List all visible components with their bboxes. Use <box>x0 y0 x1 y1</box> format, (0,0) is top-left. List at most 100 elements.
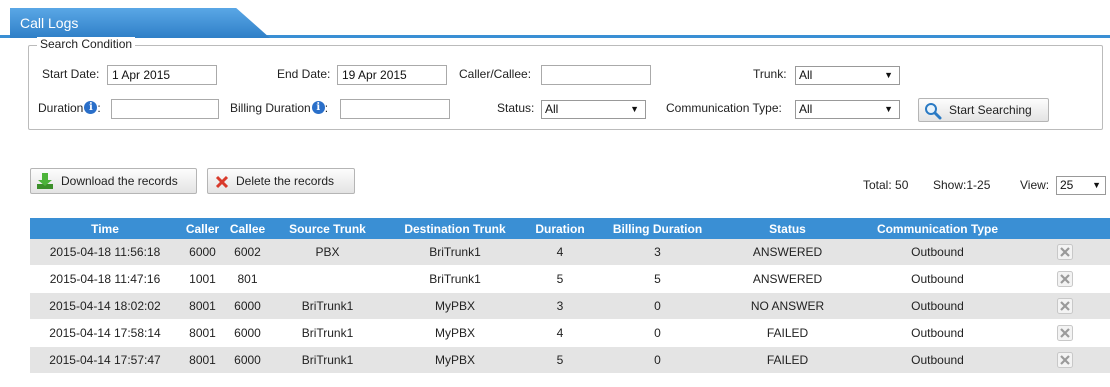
start-date-input[interactable]: 1 Apr 2015 <box>107 65 217 85</box>
search-condition-legend: Search Condition <box>37 37 136 51</box>
end-date-label: End Date: <box>277 67 331 81</box>
cell-destination-trunk: MyPBX <box>385 292 525 320</box>
start-date-label: Start Date: <box>42 67 100 81</box>
cell-destination-trunk: MyPBX <box>385 319 525 347</box>
download-records-label: Download the records <box>61 174 178 188</box>
table-header-row: Time Caller Callee Source Trunk Destinat… <box>30 218 1110 239</box>
cell-destination-trunk: BriTrunk1 <box>385 265 525 293</box>
cell-communication-type: Outbound <box>855 265 1020 293</box>
dropdown-arrow-icon: ▼ <box>1092 180 1101 190</box>
column-header-caller[interactable]: Caller <box>180 218 225 239</box>
cell-destination-trunk: BriTrunk1 <box>385 239 525 266</box>
billing-duration-input[interactable] <box>340 99 450 119</box>
view-select[interactable]: 25 ▼ <box>1056 176 1106 195</box>
dropdown-arrow-icon: ▼ <box>884 70 893 80</box>
caller-callee-label: Caller/Callee: <box>459 67 532 81</box>
delete-row-icon[interactable] <box>1057 244 1073 260</box>
delete-row-icon[interactable] <box>1057 298 1073 314</box>
trunk-select[interactable]: All ▼ <box>795 66 900 85</box>
cell-time: 2015-04-18 11:56:18 <box>30 239 180 266</box>
column-header-billing-duration[interactable]: Billing Duration <box>595 218 720 239</box>
trunk-label: Trunk: <box>753 67 787 81</box>
total-count: Total: 50 <box>863 178 909 192</box>
start-searching-button[interactable]: Start Searching <box>918 98 1049 122</box>
delete-row-icon[interactable] <box>1057 352 1073 368</box>
start-searching-label: Start Searching <box>949 103 1032 117</box>
column-header-source-trunk[interactable]: Source Trunk <box>270 218 385 239</box>
delete-row-icon[interactable] <box>1057 325 1073 341</box>
cell-billing-duration: 0 <box>595 292 720 320</box>
cell-source-trunk: BriTrunk1 <box>270 292 385 320</box>
cell-duration: 5 <box>525 265 595 293</box>
view-select-value: 25 <box>1060 178 1074 192</box>
cell-source-trunk: BriTrunk1 <box>270 346 385 374</box>
table-row: 2015-04-14 17:58:14 8001 6000 BriTrunk1 … <box>30 319 1110 347</box>
search-icon <box>925 103 942 120</box>
cell-communication-type: Outbound <box>855 292 1020 320</box>
column-header-duration[interactable]: Duration <box>525 218 595 239</box>
cell-time: 2015-04-14 18:02:02 <box>30 292 180 320</box>
delete-row-icon[interactable] <box>1057 271 1073 287</box>
cell-communication-type: Outbound <box>855 346 1020 374</box>
delete-records-button[interactable]: Delete the records <box>207 168 355 194</box>
caller-callee-input[interactable] <box>541 65 651 85</box>
duration-label: Duration i: <box>38 101 101 115</box>
column-header-status[interactable]: Status <box>720 218 855 239</box>
dropdown-arrow-icon: ▼ <box>884 104 893 114</box>
status-select-value: All <box>545 102 559 116</box>
cell-status: NO ANSWER <box>720 292 855 320</box>
cell-caller: 8001 <box>180 346 225 374</box>
dropdown-arrow-icon: ▼ <box>630 104 639 114</box>
cell-callee: 6000 <box>225 319 270 347</box>
cell-billing-duration: 3 <box>595 239 720 266</box>
column-header-time[interactable]: Time <box>30 218 180 239</box>
duration-label-text: Duration <box>38 101 84 115</box>
cell-duration: 3 <box>525 292 595 320</box>
billing-duration-label-text: Billing Duration <box>230 101 311 115</box>
cell-caller: 1001 <box>180 265 225 293</box>
cell-communication-type: Outbound <box>855 319 1020 347</box>
cell-status: FAILED <box>720 319 855 347</box>
column-header-communication-type[interactable]: Communication Type <box>855 218 1020 239</box>
table-row: 2015-04-18 11:47:16 1001 801 BriTrunk1 5… <box>30 265 1110 293</box>
cell-status: ANSWERED <box>720 239 855 266</box>
table-row: 2015-04-14 18:02:02 8001 6000 BriTrunk1 … <box>30 292 1110 320</box>
download-records-button[interactable]: Download the records <box>30 168 197 194</box>
column-header-actions <box>1020 218 1110 239</box>
cell-duration: 4 <box>525 319 595 347</box>
download-icon <box>37 173 53 189</box>
cell-destination-trunk: MyPBX <box>385 346 525 374</box>
tab-call-logs[interactable]: Call Logs <box>10 8 270 38</box>
cell-actions <box>1020 346 1110 374</box>
cell-actions <box>1020 265 1110 293</box>
cell-time: 2015-04-14 17:57:47 <box>30 346 180 374</box>
cell-billing-duration: 0 <box>595 319 720 347</box>
table-row: 2015-04-18 11:56:18 6000 6002 PBX BriTru… <box>30 239 1110 266</box>
comm-type-select[interactable]: All ▼ <box>795 100 900 119</box>
end-date-input[interactable]: 19 Apr 2015 <box>337 65 447 85</box>
cell-communication-type: Outbound <box>855 239 1020 266</box>
cell-caller: 8001 <box>180 292 225 320</box>
cell-callee: 801 <box>225 265 270 293</box>
delete-icon <box>215 175 229 189</box>
table-row: 2015-04-14 17:57:47 8001 6000 BriTrunk1 … <box>30 346 1110 374</box>
info-icon[interactable]: i <box>311 101 325 114</box>
cell-status: ANSWERED <box>720 265 855 293</box>
column-header-callee[interactable]: Callee <box>225 218 270 239</box>
cell-source-trunk: PBX <box>270 239 385 266</box>
cell-duration: 4 <box>525 239 595 266</box>
comm-type-select-value: All <box>799 102 813 116</box>
cell-source-trunk <box>270 265 385 293</box>
cell-actions <box>1020 292 1110 320</box>
cell-caller: 8001 <box>180 319 225 347</box>
cell-callee: 6000 <box>225 346 270 374</box>
cell-actions <box>1020 319 1110 347</box>
status-select[interactable]: All ▼ <box>541 100 646 119</box>
cell-callee: 6000 <box>225 292 270 320</box>
cell-billing-duration: 5 <box>595 265 720 293</box>
cell-billing-duration: 0 <box>595 346 720 374</box>
info-icon[interactable]: i <box>84 101 98 114</box>
duration-input[interactable] <box>111 99 219 119</box>
column-header-destination-trunk[interactable]: Destination Trunk <box>385 218 525 239</box>
comm-type-label: Communication Type: <box>666 101 782 115</box>
